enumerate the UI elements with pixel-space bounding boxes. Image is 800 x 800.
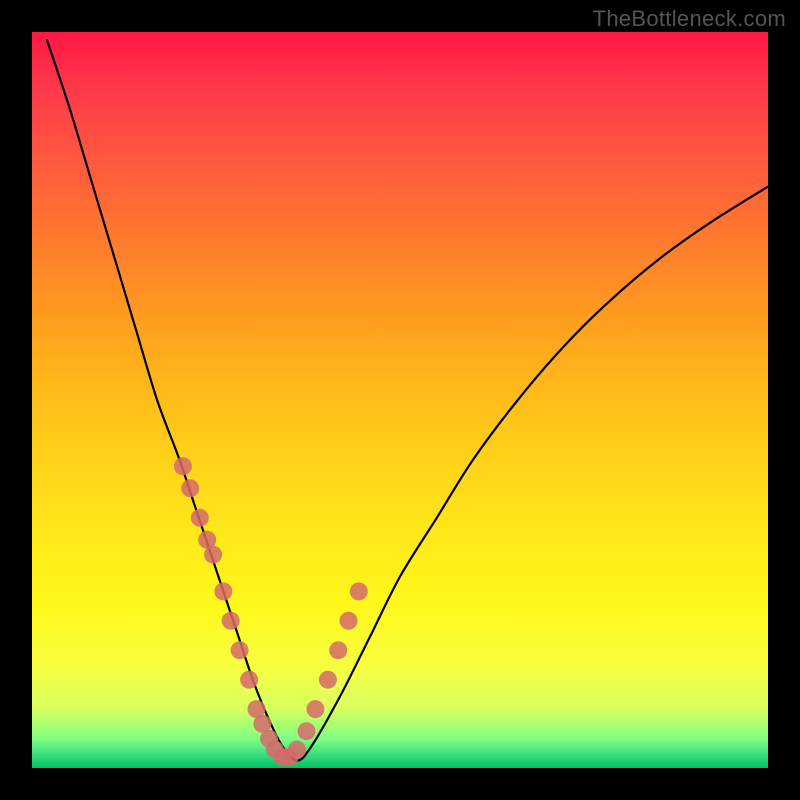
- data-marker: [319, 671, 337, 689]
- data-marker: [298, 722, 316, 740]
- data-marker: [222, 612, 240, 630]
- data-marker: [191, 509, 209, 527]
- data-marker: [240, 671, 258, 689]
- data-marker: [288, 741, 306, 759]
- data-marker: [231, 641, 249, 659]
- data-marker: [306, 700, 324, 718]
- bottleneck-curve-line: [47, 39, 768, 760]
- chart-svg: [32, 32, 768, 768]
- chart-plot-area: [32, 32, 768, 768]
- data-marker: [181, 479, 199, 497]
- data-marker: [214, 582, 232, 600]
- data-marker: [350, 582, 368, 600]
- marker-group: [174, 457, 368, 766]
- watermark-text: TheBottleneck.com: [593, 6, 786, 32]
- data-marker: [174, 457, 192, 475]
- data-marker: [340, 612, 358, 630]
- data-marker: [204, 546, 222, 564]
- data-marker: [329, 641, 347, 659]
